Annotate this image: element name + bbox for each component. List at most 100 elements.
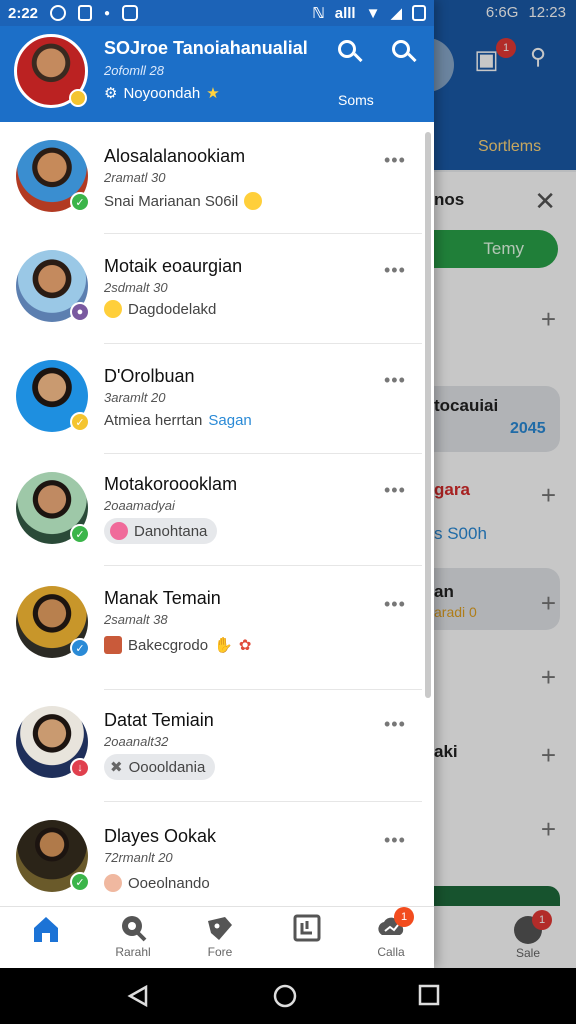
search-icon-secondary[interactable]	[392, 40, 418, 66]
avatar[interactable]: ✓	[16, 820, 90, 892]
chat-name: Alosalalanookiam	[104, 146, 246, 166]
recents-button[interactable]	[418, 984, 440, 1011]
profile-status-text: Noyoondah	[123, 84, 201, 102]
nav-fore[interactable]: Fore	[185, 913, 255, 959]
profile-avatar[interactable]	[14, 34, 88, 108]
avatar[interactable]: ✓	[16, 140, 90, 212]
more-options-icon[interactable]: •••	[384, 150, 406, 171]
nav-fore-label: Fore	[207, 945, 233, 959]
avatar[interactable]: ✓	[16, 360, 90, 432]
profile-status[interactable]: ⚙ Noyoondah ★	[104, 84, 220, 103]
chat-row[interactable]: ✓ Dlayes Ookak 72rmanlt 20 Ooeolnando ••…	[0, 802, 422, 906]
profile-subtitle: 2ofomll 28	[104, 63, 164, 78]
verified-badge-icon: ✓	[70, 524, 90, 544]
chat-name: Datat Temiain	[104, 710, 214, 730]
home-button[interactable]	[273, 984, 297, 1013]
avatar[interactable]: ●	[16, 250, 90, 322]
more-options-icon[interactable]: •••	[384, 260, 406, 281]
chat-preview-text: Snai Marianan S06il	[104, 192, 239, 210]
cloud-icon: 1	[376, 907, 414, 943]
verified-badge-icon: ✓	[70, 638, 90, 658]
chat-row[interactable]: ↓ Datat Temiain 2oaanalt32 ✖ Ooooldania …	[0, 690, 422, 802]
chat-time: 2samalt 38	[104, 612, 168, 627]
chat-preview: Ooeolnando	[104, 874, 210, 892]
profile-name: SOJroe Tanoiahanualial	[104, 38, 308, 58]
verified-badge-icon: ↓	[70, 758, 90, 778]
back-button[interactable]	[126, 984, 150, 1013]
scrollbar[interactable]	[425, 132, 431, 698]
app-icon	[122, 5, 139, 21]
nav-chats[interactable]: Rarahl	[98, 913, 168, 959]
more-options-icon[interactable]: •••	[384, 480, 406, 501]
chat-preview-link: Sagan	[208, 412, 252, 429]
chat-preview: Danohtana	[104, 518, 218, 544]
chat-row[interactable]: ✓ D'Orolbuan 3aramlt 20 Atmiea herrtan S…	[0, 344, 422, 454]
chat-preview-text: Danohtana	[134, 522, 208, 540]
sort-button[interactable]: Soms	[338, 92, 374, 108]
verified-badge-icon: ●	[70, 302, 90, 322]
dot-icon: ●	[104, 7, 111, 19]
navigation-drawer: 2:22 ● ℕ alll ▼ ◢ SOJroe Tanoiahanualial…	[0, 0, 434, 968]
chat-preview: Atmiea herrtan Sagan	[104, 412, 252, 429]
chat-name: Motaik eoaurgian	[104, 256, 243, 276]
chat-preview-text: Atmiea herrtan	[104, 412, 203, 429]
chat-preview-text: Dagdodelakd	[128, 300, 217, 318]
chat-preview: Bakecgrodo ✋ ✿	[104, 636, 251, 654]
avatar[interactable]: ↓	[16, 706, 90, 778]
drawer-header: SOJroe Tanoiahanualial 2ofomll 28 ⚙ Noyo…	[0, 26, 434, 122]
hands-emoji-icon: ✋	[214, 637, 233, 654]
star-icon: ★	[206, 85, 220, 102]
bottom-navigation: Rarahl Fore 1 Calla	[0, 906, 434, 968]
chat-preview: ✖ Ooooldania	[104, 754, 216, 780]
chat-time: 2oaamadyai	[104, 498, 175, 513]
avatar[interactable]: ✓	[16, 472, 90, 544]
nav-calls[interactable]: 1 Calla	[356, 907, 426, 959]
chat-row[interactable]: ✓ Manak Temain 2samalt 38 Bakecgrodo ✋ ✿…	[0, 566, 422, 690]
search-icon[interactable]	[338, 40, 364, 66]
avatar[interactable]: ✓	[16, 586, 90, 658]
more-options-icon[interactable]: •••	[384, 714, 406, 735]
signal-text: alll	[334, 4, 356, 22]
battery-icon	[412, 5, 426, 21]
chat-time: 3aramlt 20	[104, 390, 166, 405]
verified-badge-icon: ✓	[70, 872, 90, 892]
system-navigation-bar	[0, 968, 576, 1024]
shield-icon	[78, 5, 93, 21]
verified-badge-icon: ✓	[70, 192, 90, 212]
chat-name: Manak Temain	[104, 588, 221, 608]
chat-icon	[118, 913, 148, 943]
chat-preview-text: Ooooldania	[128, 758, 206, 776]
chat-time: 2ramatl 30	[104, 170, 166, 185]
status-icon: ⚙	[104, 85, 118, 102]
wink-emoji-icon	[104, 300, 122, 318]
chat-time: 2sdmalt 30	[104, 280, 168, 295]
profile-badge-icon	[69, 89, 87, 107]
chat-name: D'Orolbuan	[104, 366, 195, 386]
chat-row[interactable]: ✓ Motakoroooklam 2oaamadyai Danohtana ••…	[0, 454, 422, 566]
mute-icon: ℕ	[312, 5, 325, 22]
nav-calls-badge: 1	[394, 907, 414, 927]
heart-emoji-icon	[110, 522, 128, 540]
chat-row[interactable]: ● Motaik eoaurgian 2sdmalt 30 Dagdodelak…	[0, 234, 422, 344]
home-icon	[30, 913, 60, 943]
status-time: 2:22	[8, 4, 39, 22]
chat-name: Dlayes Ookak	[104, 826, 217, 846]
chat-row[interactable]: ✓ Alosalalanookiam 2ramatl 30 Snai Maria…	[0, 122, 422, 234]
sun-emoji-icon	[244, 192, 263, 210]
more-options-icon[interactable]: •••	[384, 594, 406, 615]
more-options-icon[interactable]: •••	[384, 830, 406, 851]
person-emoji-icon	[104, 636, 122, 654]
more-options-icon[interactable]: •••	[384, 370, 406, 391]
wrench-emoji-icon: ✖	[110, 759, 123, 776]
cell-signal-icon: ◢	[390, 5, 402, 22]
wifi-icon: ▼	[365, 4, 381, 22]
verified-badge-icon: ✓	[70, 412, 90, 432]
nav-calls-label: Calla	[377, 945, 405, 959]
nav-library[interactable]	[272, 913, 342, 945]
chat-preview: Snai Marianan S06il	[104, 192, 263, 210]
face-emoji-icon	[104, 874, 122, 892]
chat-preview-text: Ooeolnando	[128, 874, 210, 892]
chat-preview: Dagdodelakd	[104, 300, 216, 318]
nav-home[interactable]	[10, 913, 80, 945]
nav-chats-label: Rarahl	[115, 945, 151, 959]
